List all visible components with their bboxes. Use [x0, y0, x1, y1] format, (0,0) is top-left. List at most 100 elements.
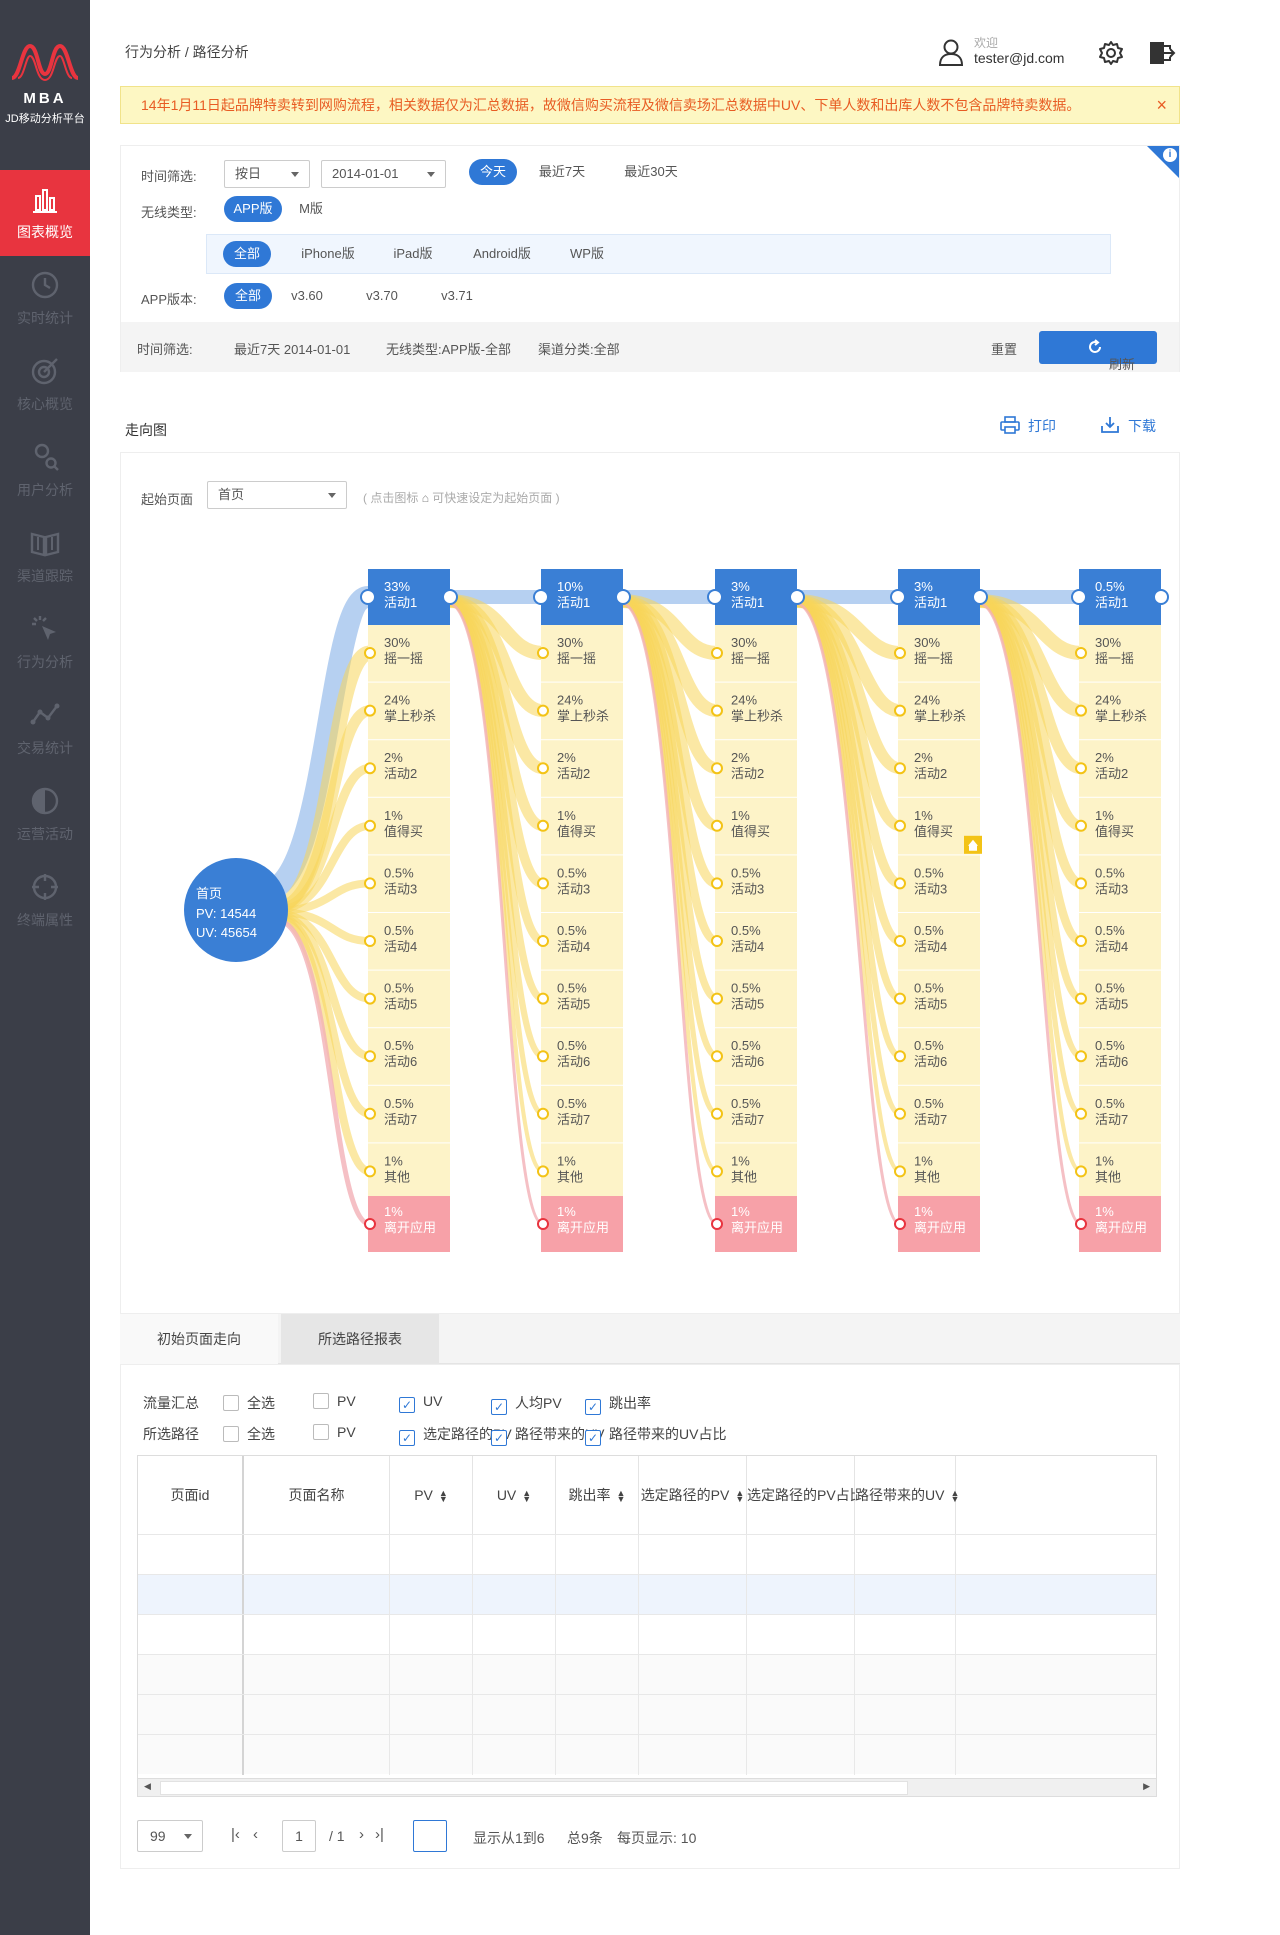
- flow-node-handle[interactable]: [1075, 1165, 1087, 1178]
- version-360[interactable]: v3.60: [279, 283, 335, 309]
- flow-node-handle[interactable]: [1075, 1050, 1087, 1063]
- sidebar-item-1[interactable]: 实时统计: [0, 256, 90, 342]
- flow-node-handle[interactable]: [890, 589, 906, 605]
- flow-node-handle[interactable]: [364, 819, 376, 832]
- table-row[interactable]: [138, 1534, 1156, 1575]
- page-size-select[interactable]: 99: [137, 1820, 203, 1852]
- gear-icon[interactable]: [1098, 40, 1124, 66]
- checkbox-icon[interactable]: [313, 1424, 329, 1440]
- sidebar-item-2[interactable]: 核心概览: [0, 342, 90, 428]
- user-icon[interactable]: [938, 38, 964, 66]
- flow-node-handle[interactable]: [711, 1050, 723, 1063]
- column-header[interactable]: 选定路径的PV ▲ ▼: [639, 1456, 747, 1534]
- flow-node-handle[interactable]: [711, 762, 723, 775]
- sidebar-item-3[interactable]: 用户分析: [0, 428, 90, 514]
- sort-icon[interactable]: ▲ ▼: [522, 1489, 531, 1504]
- flow-node-handle[interactable]: [894, 935, 906, 947]
- flow-node-handle[interactable]: [1071, 589, 1087, 605]
- table-row[interactable]: [138, 1734, 1156, 1775]
- flow-node-handle[interactable]: [442, 589, 458, 605]
- flow-node-handle[interactable]: [1075, 935, 1087, 947]
- flow-node-handle[interactable]: [364, 1218, 376, 1230]
- sort-icon[interactable]: ▲ ▼: [735, 1489, 744, 1504]
- column-header[interactable]: PV ▲ ▼: [390, 1456, 473, 1534]
- flow-node-handle[interactable]: [894, 647, 906, 659]
- flow-node-handle[interactable]: [1075, 992, 1087, 1005]
- table-row[interactable]: [138, 1654, 1156, 1695]
- version-371[interactable]: v3.71: [429, 283, 485, 309]
- quick-today[interactable]: 今天: [469, 159, 517, 185]
- flow-node-handle[interactable]: [537, 1050, 549, 1063]
- sidebar-item-4[interactable]: 渠道跟踪: [0, 514, 90, 600]
- flow-node-handle[interactable]: [537, 762, 549, 775]
- flow-node-handle[interactable]: [711, 1165, 723, 1178]
- column-header[interactable]: UV ▲ ▼: [473, 1456, 556, 1534]
- flow-node-handle[interactable]: [364, 704, 376, 717]
- platform-all[interactable]: 全部: [223, 241, 271, 267]
- flow-node-handle[interactable]: [711, 1218, 723, 1230]
- flow-node-handle[interactable]: [1075, 1218, 1087, 1230]
- checked-box-icon[interactable]: ✓: [399, 1397, 415, 1413]
- first-page-icon[interactable]: |‹: [231, 1826, 240, 1843]
- reset-button[interactable]: 重置: [991, 339, 1017, 358]
- last-page-icon[interactable]: ›|: [375, 1826, 384, 1843]
- scrollbar-thumb[interactable]: [160, 1781, 908, 1795]
- checkbox-icon[interactable]: [313, 1393, 329, 1409]
- flow-node-handle[interactable]: [1153, 589, 1169, 605]
- flow-node-handle[interactable]: [364, 877, 376, 890]
- flow-node-handle[interactable]: [894, 1165, 906, 1178]
- flow-node-handle[interactable]: [711, 647, 723, 659]
- flow-node-handle[interactable]: [537, 877, 549, 890]
- horizontal-scrollbar[interactable]: ◀ ▶: [138, 1778, 1156, 1796]
- flow-node-handle[interactable]: [894, 819, 906, 832]
- sidebar-item-8[interactable]: 终端属性: [0, 858, 90, 944]
- flow-node-handle[interactable]: [360, 589, 376, 605]
- flow-node-handle[interactable]: [537, 935, 549, 947]
- page-input[interactable]: 1: [282, 1820, 316, 1852]
- checkbox-row1-1[interactable]: PV: [313, 1393, 356, 1409]
- checkbox-row2-0[interactable]: 全选: [223, 1424, 275, 1444]
- flow-node-handle[interactable]: [537, 704, 549, 717]
- info-icon[interactable]: i: [1163, 148, 1177, 162]
- flow-node-handle[interactable]: [364, 1050, 376, 1063]
- flow-node-handle[interactable]: [364, 1107, 376, 1120]
- flow-node-handle[interactable]: [537, 992, 549, 1005]
- date-select[interactable]: 2014-01-01: [321, 160, 446, 188]
- flow-node-handle[interactable]: [711, 1107, 723, 1120]
- flow-node-handle[interactable]: [894, 1050, 906, 1063]
- flow-node-handle[interactable]: [1075, 704, 1087, 717]
- notice-close-button[interactable]: ×: [1156, 87, 1167, 123]
- flow-node-handle[interactable]: [711, 704, 723, 717]
- checked-box-icon[interactable]: ✓: [491, 1430, 507, 1446]
- flow-node-handle[interactable]: [894, 877, 906, 890]
- print-button[interactable]: 打印: [1000, 416, 1056, 436]
- next-page-icon[interactable]: ›: [359, 1826, 364, 1843]
- sort-icon[interactable]: ▲ ▼: [950, 1489, 959, 1504]
- checkbox-icon[interactable]: [223, 1426, 239, 1442]
- checked-box-icon[interactable]: ✓: [585, 1430, 601, 1446]
- flow-node-handle[interactable]: [1075, 647, 1087, 659]
- flow-node-handle[interactable]: [711, 819, 723, 832]
- table-row[interactable]: [138, 1694, 1156, 1735]
- flow-node-handle[interactable]: [364, 762, 376, 775]
- flow-node-handle[interactable]: [1075, 1107, 1087, 1120]
- logout-icon[interactable]: [1148, 40, 1176, 66]
- page-jump-input[interactable]: [413, 1820, 447, 1852]
- checkbox-row2-1[interactable]: PV: [313, 1424, 356, 1440]
- flow-node-handle[interactable]: [364, 992, 376, 1005]
- flow-node-handle[interactable]: [533, 589, 549, 605]
- sidebar-item-0[interactable]: 图表概览: [0, 170, 90, 256]
- sidebar-item-7[interactable]: 运营活动: [0, 772, 90, 858]
- refresh-button[interactable]: 刷新: [1039, 331, 1157, 372]
- platform-wp[interactable]: WP版: [557, 241, 617, 267]
- flow-node-handle[interactable]: [972, 589, 988, 605]
- flow-node-handle[interactable]: [711, 992, 723, 1005]
- flow-node-handle[interactable]: [615, 589, 631, 605]
- checkbox-row1-4[interactable]: ✓ 跳出率: [585, 1393, 651, 1415]
- version-370[interactable]: v3.70: [354, 283, 410, 309]
- flow-node-handle[interactable]: [537, 647, 549, 659]
- prev-page-icon[interactable]: ‹: [253, 1826, 258, 1843]
- version-all[interactable]: 全部: [224, 283, 272, 309]
- flow-node-handle[interactable]: [364, 935, 376, 947]
- granularity-select[interactable]: 按日: [224, 160, 310, 188]
